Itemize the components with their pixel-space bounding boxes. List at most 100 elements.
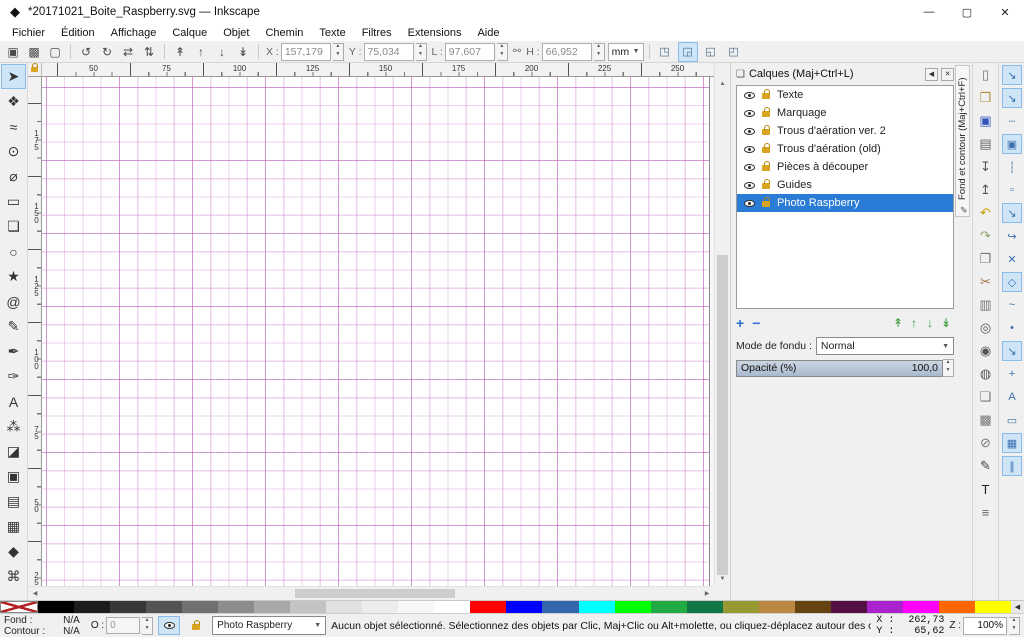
pencil-tool[interactable]: ✎ xyxy=(1,314,26,339)
color-swatch[interactable] xyxy=(434,601,470,613)
ellipse-tool[interactable]: ○ xyxy=(1,239,26,264)
raise-button[interactable]: ↑ xyxy=(191,42,211,62)
color-swatch[interactable] xyxy=(470,601,506,613)
horizontal-scrollbar-thumb[interactable] xyxy=(295,589,455,598)
unit-dropdown[interactable]: mm ▼ xyxy=(608,43,644,61)
menu-item[interactable]: Filtres xyxy=(354,24,400,41)
rectangle-tool[interactable]: ▭ xyxy=(1,189,26,214)
layer-lock-icon[interactable] xyxy=(762,147,770,153)
layer-lock-icon[interactable] xyxy=(762,165,770,171)
paste-button[interactable]: ▥ xyxy=(975,295,997,315)
box3d-tool[interactable]: ❏ xyxy=(1,214,26,239)
color-swatch[interactable] xyxy=(615,601,651,613)
layer-lock-icon[interactable] xyxy=(762,183,770,189)
open-document-button[interactable]: ❒ xyxy=(975,88,997,108)
measure-tool[interactable]: ⌀ xyxy=(1,164,26,189)
snap-page-border-button[interactable]: ▭ xyxy=(1002,410,1022,430)
snap-object-centers-button[interactable]: ↘ xyxy=(1002,341,1022,361)
color-swatch[interactable] xyxy=(0,601,38,613)
color-swatch[interactable] xyxy=(182,601,218,613)
layer-to-top-button[interactable]: ↟ xyxy=(890,316,906,330)
snap-grid-button[interactable]: ▦ xyxy=(1002,433,1022,453)
snap-bbox-centers-button[interactable]: ▫ xyxy=(1002,180,1022,200)
height-field[interactable]: 66,952 xyxy=(542,43,592,61)
snap-text-baseline-button[interactable]: A xyxy=(1002,387,1022,407)
affect-pattern-button[interactable]: ◰ xyxy=(724,42,744,62)
layers-dialog-button[interactable]: ≡ xyxy=(975,502,997,522)
scroll-down-icon[interactable]: ▼ xyxy=(715,572,730,586)
color-swatch[interactable] xyxy=(218,601,254,613)
object-opacity-spinner[interactable]: ▲▼ xyxy=(142,617,153,635)
layer-row[interactable]: Trous d'aération ver. 2 xyxy=(737,122,953,140)
affect-corners-button[interactable]: ◲ xyxy=(678,42,698,62)
menu-item[interactable]: Calque xyxy=(164,24,215,41)
zoom-page-button[interactable]: ◍ xyxy=(975,364,997,384)
zoom-drawing-button[interactable]: ◉ xyxy=(975,341,997,361)
snap-bbox-edges-button[interactable]: ┄ xyxy=(1002,111,1022,131)
layer-lock-icon[interactable] xyxy=(762,93,770,99)
horizontal-ruler[interactable]: 5075100125150175200225250 xyxy=(42,63,714,77)
color-swatch[interactable] xyxy=(939,601,975,613)
color-swatch[interactable] xyxy=(110,601,146,613)
raise-to-top-button[interactable]: ↟ xyxy=(170,42,190,62)
color-swatch[interactable] xyxy=(651,601,687,613)
dropper-tool[interactable]: ◆ xyxy=(1,539,26,564)
tweak-tool[interactable]: ≈ xyxy=(1,114,26,139)
lock-ratio-icon[interactable]: ⚯ xyxy=(513,46,521,57)
zoom-tool[interactable]: ⊙ xyxy=(1,139,26,164)
zoom-field[interactable]: 100% xyxy=(963,617,1007,635)
selector-tool[interactable]: ➤ xyxy=(1,64,26,89)
affect-stroke-button[interactable]: ◳ xyxy=(655,42,675,62)
snap-bbox-button[interactable]: ↘ xyxy=(1002,88,1022,108)
menu-item[interactable]: Texte xyxy=(311,24,353,41)
layer-visibility-toggle[interactable] xyxy=(158,616,180,635)
spray-tool[interactable]: ⁂ xyxy=(1,414,26,439)
close-button[interactable]: ✕ xyxy=(986,0,1024,24)
copy-button[interactable]: ❐ xyxy=(975,249,997,269)
vertical-scrollbar-thumb[interactable] xyxy=(717,255,728,575)
palette-scroll-icon[interactable]: ◀ xyxy=(1011,601,1024,613)
menu-item[interactable]: Extensions xyxy=(400,24,470,41)
text-dialog-button[interactable]: T xyxy=(975,479,997,499)
guide-lock-icon[interactable] xyxy=(31,67,38,72)
star-tool[interactable]: ★ xyxy=(1,264,26,289)
snap-to-paths-button[interactable]: ↪ xyxy=(1002,226,1022,246)
calligraphy-tool[interactable]: ✑ xyxy=(1,364,26,389)
duplicate-button[interactable]: ❏ xyxy=(975,387,997,407)
layer-to-bottom-button[interactable]: ↡ xyxy=(938,316,954,330)
menu-item[interactable]: Édition xyxy=(53,24,103,41)
snap-enable-button[interactable]: ↘ xyxy=(1002,65,1022,85)
rotate-cw-button[interactable]: ↻ xyxy=(97,42,117,62)
fill-stroke-dock-tab[interactable]: ✎ Fond et contour (Maj+Ctrl+F) xyxy=(955,65,970,217)
color-swatch[interactable] xyxy=(290,601,326,613)
menu-item[interactable]: Chemin xyxy=(257,24,311,41)
y-field[interactable]: 75,034 xyxy=(364,43,414,61)
y-spinner[interactable]: ▲▼ xyxy=(416,43,427,61)
fill-stroke-indicator[interactable]: Fond : N/A Contour : N/A xyxy=(4,615,80,637)
color-swatch[interactable] xyxy=(795,601,831,613)
undo-button[interactable]: ↶ xyxy=(975,203,997,223)
vertical-ruler[interactable]: 175150125100755025 xyxy=(28,77,42,586)
snap-path-intersections-button[interactable]: ✕ xyxy=(1002,249,1022,269)
menu-item[interactable]: Fichier xyxy=(4,24,53,41)
add-layer-button[interactable]: + xyxy=(736,316,744,330)
snap-midpoints-button[interactable]: • xyxy=(1002,318,1022,338)
color-swatch[interactable] xyxy=(506,601,542,613)
layer-lock-icon[interactable] xyxy=(762,111,770,117)
remove-layer-button[interactable]: − xyxy=(752,316,760,330)
menu-item[interactable]: Affichage xyxy=(103,24,165,41)
eraser-tool[interactable]: ◪ xyxy=(1,439,26,464)
flip-vertical-button[interactable]: ⇅ xyxy=(139,42,159,62)
snap-nodes-button[interactable]: ↘ xyxy=(1002,203,1022,223)
opacity-slider[interactable]: Opacité (%) 100,0 xyxy=(736,360,943,377)
layer-lock-toggle[interactable] xyxy=(185,616,207,635)
scroll-up-icon[interactable]: ▲ xyxy=(715,77,730,91)
visibility-eye-icon[interactable] xyxy=(744,182,755,189)
lower-to-bottom-button[interactable]: ↡ xyxy=(233,42,253,62)
unlink-clone-button[interactable]: ⊘ xyxy=(975,433,997,453)
bucket-fill-tool[interactable]: ▣ xyxy=(1,464,26,489)
rotate-ccw-button[interactable]: ↺ xyxy=(76,42,96,62)
visibility-eye-icon[interactable] xyxy=(744,146,755,153)
visibility-eye-icon[interactable] xyxy=(744,200,755,207)
snap-bbox-corners-button[interactable]: ▣ xyxy=(1002,134,1022,154)
